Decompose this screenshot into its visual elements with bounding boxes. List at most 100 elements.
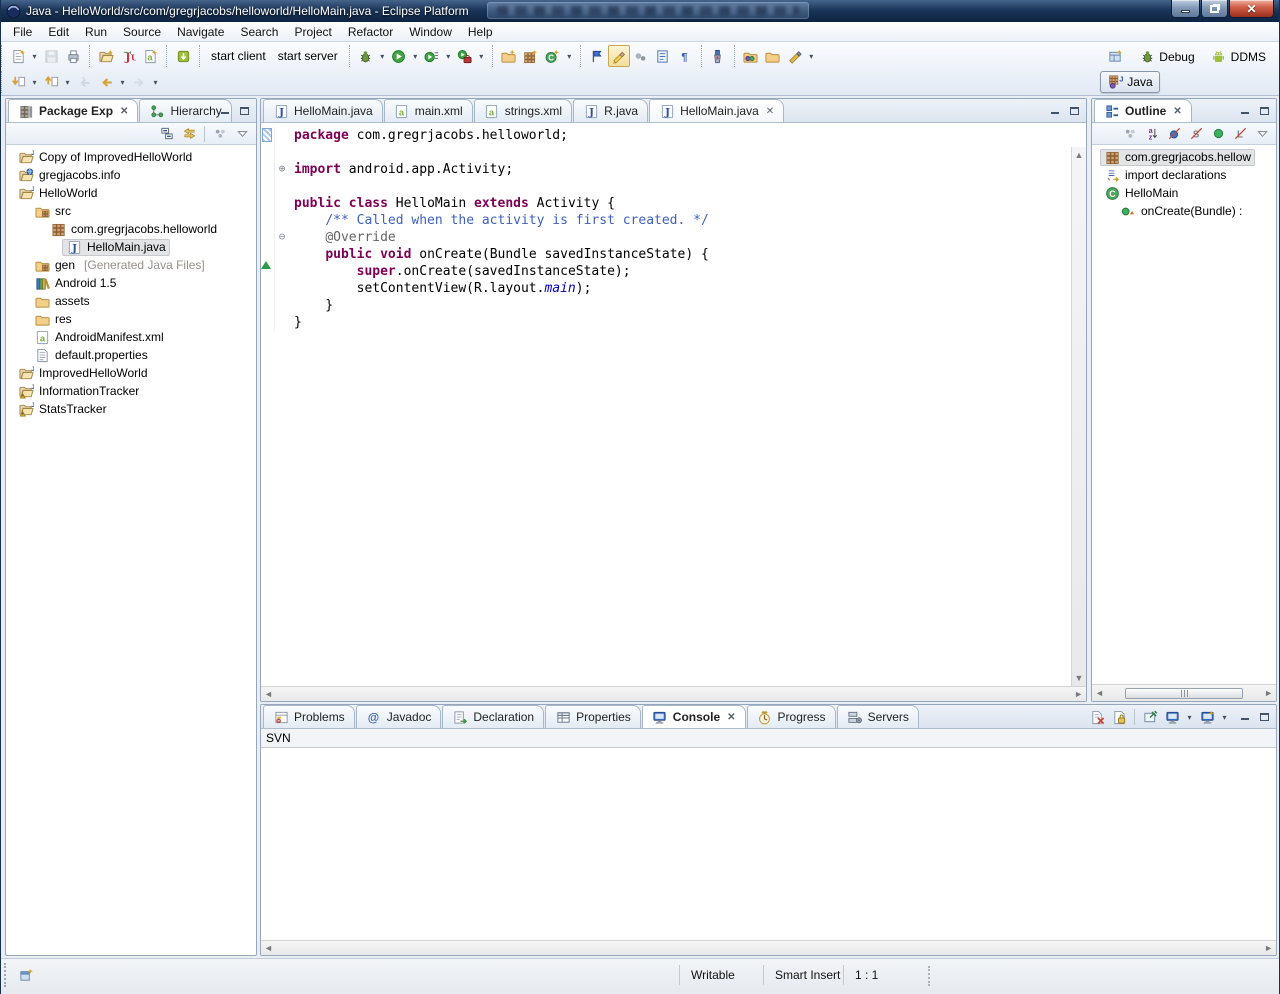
previous-annotation-button[interactable] bbox=[40, 71, 62, 93]
hide-non-public-members-button[interactable] bbox=[1208, 124, 1228, 144]
tree-item-android-1-5[interactable]: Android 1.5 bbox=[6, 274, 256, 292]
menu-refactor[interactable]: Refactor bbox=[340, 23, 401, 41]
code-line[interactable]: super.onCreate(savedInstanceState); bbox=[261, 263, 1071, 280]
open-type-button[interactable] bbox=[586, 45, 608, 67]
tab-hellomain-java[interactable]: JHelloMain.java bbox=[263, 99, 383, 122]
close-button[interactable]: ✕ bbox=[1229, 0, 1274, 18]
tree-item-gen[interactable]: gen[Generated Java Files] bbox=[6, 256, 256, 274]
code-line[interactable]: ⊕import android.app.Activity; bbox=[261, 161, 1071, 178]
code-line[interactable]: } bbox=[261, 297, 1071, 314]
tab-javadoc[interactable]: @Javadoc bbox=[356, 705, 442, 728]
close-icon[interactable]: ✕ bbox=[764, 106, 774, 117]
annotate-button[interactable] bbox=[784, 45, 806, 67]
dropdown-arrow-icon[interactable]: ▾ bbox=[443, 52, 454, 61]
tab-servers[interactable]: Servers bbox=[837, 705, 919, 728]
open-resource-button[interactable] bbox=[740, 45, 762, 67]
scroll-left-icon[interactable]: ◄ bbox=[264, 943, 273, 953]
code-line[interactable]: setContentView(R.layout.main); bbox=[261, 280, 1071, 297]
back-history-button[interactable] bbox=[95, 71, 117, 93]
tree-item-src[interactable]: src bbox=[6, 202, 256, 220]
link-with-editor-button[interactable] bbox=[179, 124, 199, 144]
display-selected-console-button[interactable] bbox=[1162, 707, 1182, 727]
tab-declaration[interactable]: Declaration bbox=[442, 705, 544, 728]
tree-item-hellomain[interactable]: CHelloMain bbox=[1092, 184, 1276, 202]
new-package-button[interactable]: ✦ bbox=[520, 45, 542, 67]
code-line[interactable]: public void onCreate(Bundle savedInstanc… bbox=[261, 246, 1071, 263]
code-line[interactable] bbox=[261, 144, 1071, 161]
minimize-view-button[interactable] bbox=[1236, 709, 1253, 724]
tab-progress[interactable]: Progress bbox=[747, 705, 836, 728]
scroll-down-icon[interactable]: ▼ bbox=[1075, 673, 1084, 683]
menu-project[interactable]: Project bbox=[286, 23, 339, 41]
restore-button[interactable] bbox=[1201, 0, 1228, 18]
scroll-up-icon[interactable]: ▲ bbox=[1075, 150, 1084, 160]
new-class-button[interactable]: C✦ bbox=[542, 45, 564, 67]
outline-horizontal-scrollbar[interactable]: ◄ ► bbox=[1092, 684, 1276, 701]
perspective-java-button[interactable]: JJava bbox=[1100, 71, 1159, 93]
pin-console-button[interactable] bbox=[1140, 707, 1160, 727]
run-button[interactable] bbox=[388, 45, 410, 67]
print-button[interactable] bbox=[62, 45, 84, 67]
clear-console-button[interactable] bbox=[1087, 707, 1107, 727]
dropdown-arrow-icon[interactable]: ▾ bbox=[476, 52, 487, 61]
new-java-project-button[interactable]: ✦ bbox=[95, 45, 117, 67]
tree-item-copy-of-improvedhelloworld[interactable]: JCopy of ImprovedHelloWorld bbox=[6, 148, 256, 166]
show-whitespace-button[interactable]: ¶ bbox=[674, 45, 696, 67]
dropdown-arrow-icon[interactable]: ▾ bbox=[377, 52, 388, 61]
dropdown-arrow-icon[interactable]: ▾ bbox=[1184, 713, 1195, 722]
tab-hellomain-java[interactable]: JHelloMain.java✕ bbox=[649, 99, 784, 122]
menu-source[interactable]: Source bbox=[115, 23, 169, 41]
editor-vertical-scrollbar[interactable]: ▲▼ bbox=[1071, 147, 1086, 686]
fold-plus-icon[interactable]: ⊕ bbox=[274, 161, 289, 178]
tab-problems[interactable]: Problems bbox=[263, 705, 355, 728]
code-line[interactable] bbox=[261, 178, 1071, 195]
new-package-wizard-button[interactable]: ✦ bbox=[498, 45, 520, 67]
tab-main-xml[interactable]: amain.xml bbox=[384, 99, 473, 122]
dropdown-arrow-icon[interactable]: ▾ bbox=[410, 52, 421, 61]
dropdown-arrow-icon[interactable]: ▾ bbox=[62, 78, 73, 87]
scroll-right-icon[interactable]: ► bbox=[1074, 689, 1083, 699]
focus-button[interactable] bbox=[1120, 124, 1140, 144]
close-icon[interactable]: ✕ bbox=[118, 106, 128, 117]
menu-run[interactable]: Run bbox=[77, 23, 115, 41]
debug-button[interactable] bbox=[355, 45, 377, 67]
fold-minus-icon[interactable]: ⊖ bbox=[274, 229, 289, 246]
console-output[interactable] bbox=[261, 748, 1276, 940]
perspective-debug-button[interactable]: Debug bbox=[1132, 46, 1201, 68]
open-perspective-button[interactable]: ✦ bbox=[1100, 46, 1130, 68]
hide-local-types-button[interactable]: L bbox=[1230, 124, 1250, 144]
start-client-button[interactable]: start client bbox=[205, 45, 272, 67]
code-line[interactable]: package com.gregrjacobs.helloworld; bbox=[261, 127, 1071, 144]
sort-button[interactable]: az bbox=[1142, 124, 1162, 144]
next-annotation-button[interactable] bbox=[7, 71, 29, 93]
code-editor[interactable]: package com.gregrjacobs.helloworld; ⊕impo… bbox=[261, 123, 1071, 686]
tree-item-statstracker[interactable]: JStatsTracker bbox=[6, 400, 256, 418]
dropdown-arrow-icon[interactable]: ▾ bbox=[29, 78, 40, 87]
tree-item-improvedhelloworld[interactable]: JImprovedHelloWorld bbox=[6, 364, 256, 382]
menu-search[interactable]: Search bbox=[232, 23, 286, 41]
tree-item-com-gregrjacobs-hellow[interactable]: com.gregrjacobs.hellow bbox=[1092, 148, 1276, 166]
scroll-left-icon[interactable]: ◄ bbox=[1095, 688, 1104, 698]
new-android-project-button[interactable]: a✦ bbox=[139, 45, 161, 67]
perspective-ddms-button[interactable]: DDMS bbox=[1204, 46, 1273, 68]
next-problem-button[interactable] bbox=[630, 45, 652, 67]
menu-navigate[interactable]: Navigate bbox=[169, 23, 232, 41]
tree-item-informationtracker[interactable]: JInformationTracker bbox=[6, 382, 256, 400]
menu-file[interactable]: File bbox=[5, 23, 40, 41]
dropdown-arrow-icon[interactable]: ▾ bbox=[29, 52, 40, 61]
new-button[interactable]: ✦ bbox=[7, 45, 29, 67]
show-selected-element-button[interactable] bbox=[652, 45, 674, 67]
tree-item-default-properties[interactable]: default.properties bbox=[6, 346, 256, 364]
tree-item-res[interactable]: res bbox=[6, 310, 256, 328]
fast-view-handle[interactable] bbox=[4, 963, 6, 987]
close-icon[interactable]: ✕ bbox=[1171, 106, 1181, 117]
maximize-view-button[interactable] bbox=[1256, 709, 1273, 724]
tab-r-java[interactable]: JR.java bbox=[573, 99, 648, 122]
scroll-right-icon[interactable]: ► bbox=[1264, 688, 1273, 698]
open-console-button[interactable]: ✦ bbox=[1197, 707, 1217, 727]
code-line[interactable]: ⊖ @Override bbox=[261, 229, 1071, 246]
code-line[interactable]: } bbox=[261, 314, 1071, 331]
tree-item-import-declarations[interactable]: import declarations bbox=[1092, 166, 1276, 184]
minimize-view-button[interactable] bbox=[216, 103, 233, 118]
scroll-left-icon[interactable]: ◄ bbox=[264, 689, 273, 699]
